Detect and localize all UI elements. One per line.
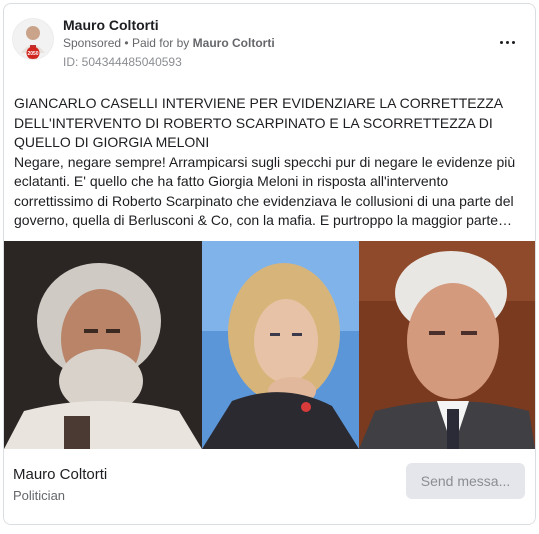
post-title: GIANCARLO CASELLI INTERVIENE PER EVIDENZ… <box>14 95 503 150</box>
post-body: Negare, negare sempre! Arrampicarsi sugl… <box>14 153 516 229</box>
ad-card: 2050 Mauro Coltorti Sponsored • Paid for… <box>3 3 536 525</box>
sponsorship-line: Sponsored • Paid for by Mauro Coltorti <box>63 36 275 50</box>
advertiser-avatar[interactable]: 2050 <box>13 19 53 59</box>
footer-page-name[interactable]: Mauro Coltorti <box>13 466 107 483</box>
ad-id: ID: 504344485040593 <box>63 55 182 69</box>
portrait-left <box>4 241 202 449</box>
post-text: GIANCARLO CASELLI INTERVIENE PER EVIDENZ… <box>14 94 529 231</box>
footer-category: Politician <box>13 488 66 503</box>
more-options-button[interactable] <box>495 30 519 54</box>
ad-image[interactable] <box>4 241 535 449</box>
paid-for-name: Mauro Coltorti <box>192 36 275 50</box>
paid-for-prefix: Paid for by <box>131 36 190 50</box>
advertiser-name[interactable]: Mauro Coltorti <box>63 17 159 33</box>
avatar-badge-text: 2050 <box>27 51 38 57</box>
more-options-icon <box>498 40 516 44</box>
ad-header: 2050 Mauro Coltorti Sponsored • Paid for… <box>4 4 535 84</box>
separator-dot: • <box>124 36 129 50</box>
portrait-middle <box>202 241 359 449</box>
sponsored-label: Sponsored <box>63 36 122 50</box>
ad-footer: Mauro Coltorti Politician Send messa... <box>4 449 535 524</box>
send-message-button[interactable]: Send messa... <box>406 463 525 499</box>
portrait-right <box>359 241 535 449</box>
avatar-image: 2050 <box>13 19 53 59</box>
